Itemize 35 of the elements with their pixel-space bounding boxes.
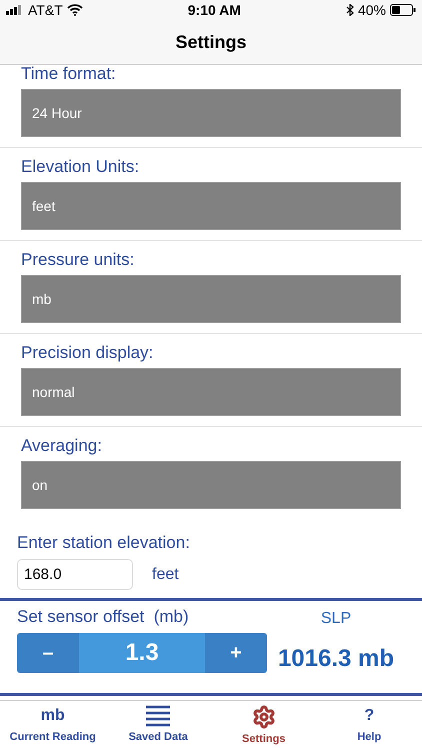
menu-icon: [145, 705, 172, 727]
carrier-name: AT&T: [28, 0, 63, 20]
tab-item[interactable]: Settings: [211, 701, 316, 750]
slp-label: SLP: [320, 609, 352, 629]
tab-item[interactable]: Saved Data: [106, 701, 211, 750]
bluetooth-icon: [346, 4, 354, 16]
page-title: Settings: [175, 30, 246, 54]
select-field[interactable]: on: [21, 461, 401, 509]
battery-percent: 40%: [358, 0, 386, 20]
select-field[interactable]: 24 Hour: [21, 89, 401, 137]
offset-value: 1.3: [79, 633, 205, 673]
setting-label: Pressure units:: [21, 249, 136, 271]
tab-glyph: mb: [40, 706, 65, 726]
slp-value: 1016.3 mb: [278, 644, 394, 674]
setting-label: Elevation Units:: [21, 156, 140, 178]
tab-glyph: ?: [364, 706, 374, 726]
signal-icon: [6, 5, 24, 15]
elevation-label: Enter station elevation:: [17, 533, 191, 553]
clock-time: 9:10 AM: [188, 0, 241, 20]
setting-label: Time format:: [21, 63, 117, 85]
wifi-icon: [66, 4, 83, 16]
select-field[interactable]: mb: [21, 275, 401, 323]
settings-icon: [252, 705, 276, 729]
select-field[interactable]: feet: [21, 182, 401, 230]
setting-label: Averaging:: [21, 435, 103, 457]
decrement-button[interactable]: –: [17, 633, 79, 673]
increment-button[interactable]: +: [205, 633, 267, 673]
battery-icon: [390, 4, 416, 16]
setting-label: Precision display:: [21, 342, 154, 364]
elevation-unit: feet: [152, 564, 179, 584]
select-field[interactable]: normal: [21, 368, 401, 416]
tab-item[interactable]: mb Current Reading: [0, 701, 106, 750]
elevation-input[interactable]: 168.0: [17, 559, 133, 590]
tab-item[interactable]: ? Help: [316, 701, 422, 750]
offset-label: Set sensor offset (mb): [17, 607, 190, 627]
